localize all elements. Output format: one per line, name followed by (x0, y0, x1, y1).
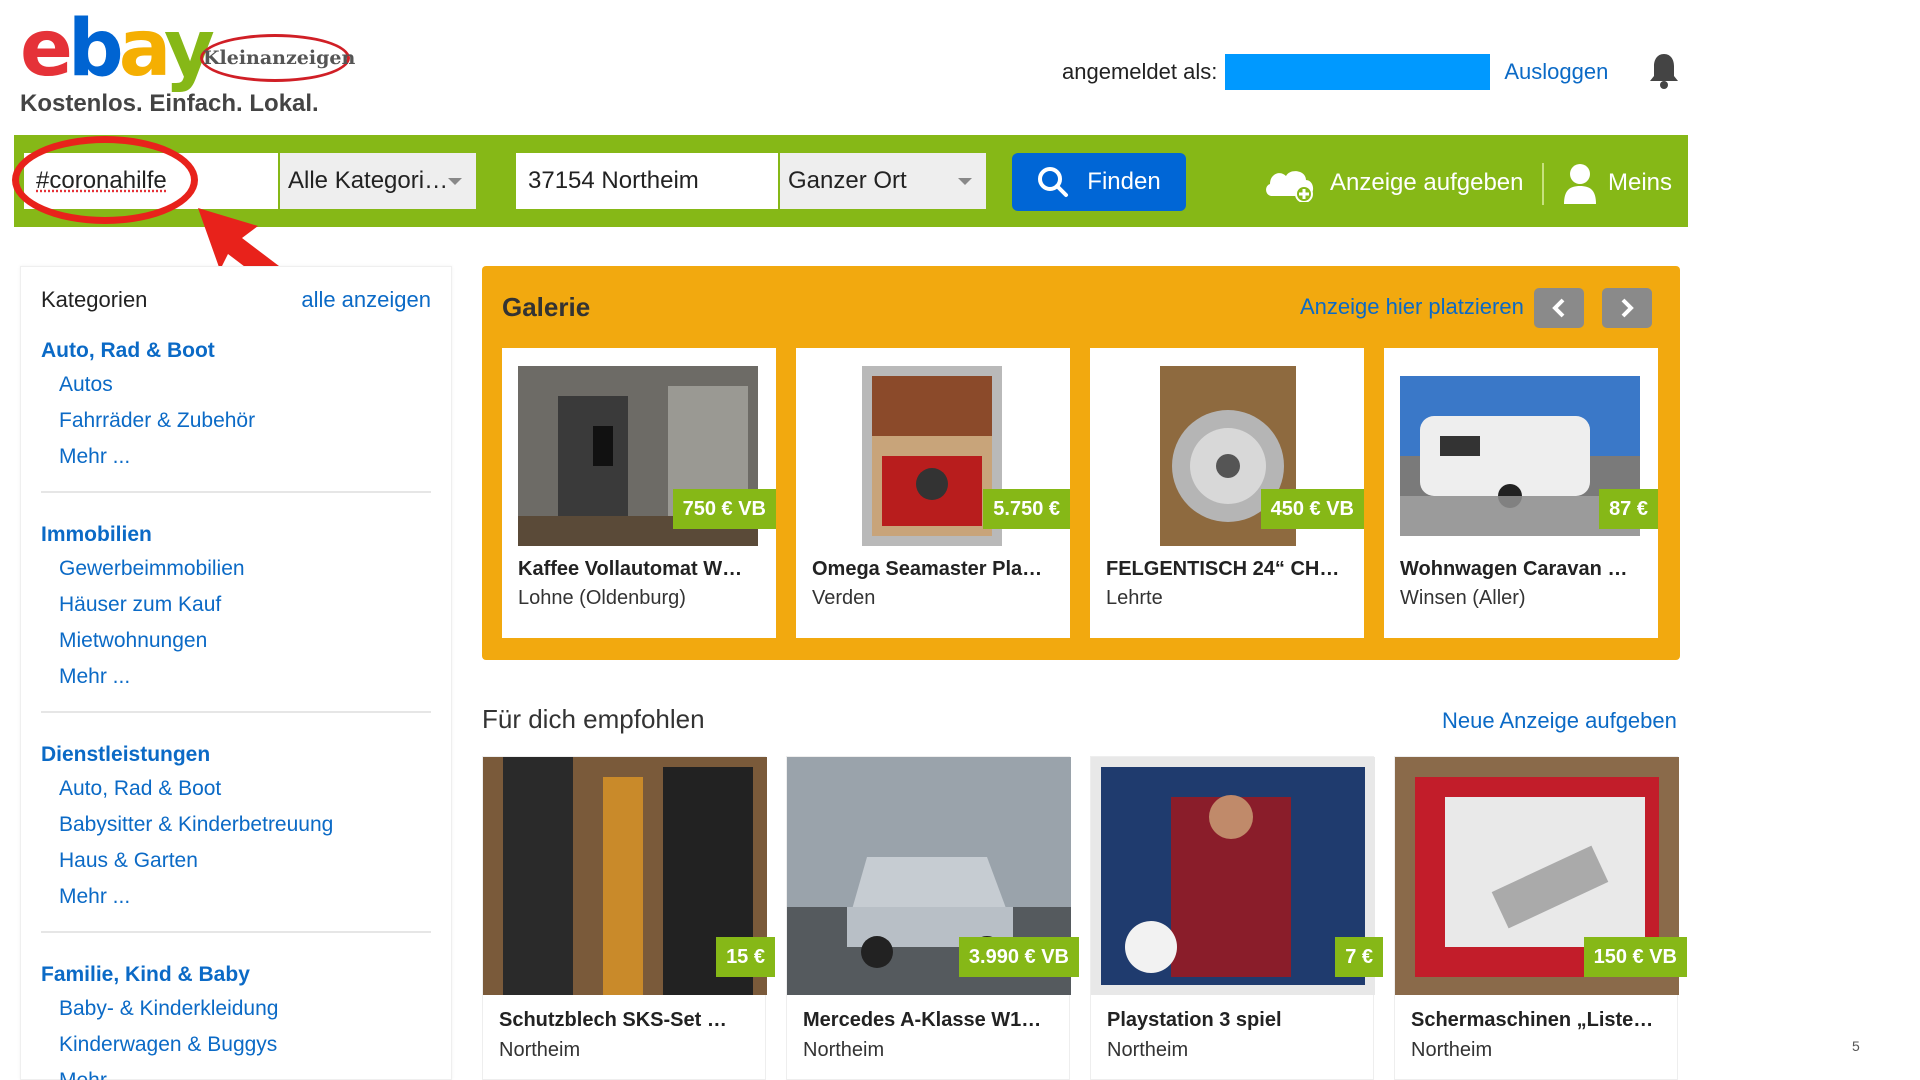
header-divider (1542, 163, 1544, 205)
listing-title: Wohnwagen Caravan … (1400, 558, 1628, 580)
listing-location: Northeim (499, 1039, 581, 1061)
price-badge: 5.750 € (983, 489, 1070, 529)
gallery-section: Galerie Anzeige hier platzieren 750 € VB… (482, 266, 1680, 660)
meins-label: Meins (1608, 169, 1673, 196)
login-status: angemeldet als: Ausloggen (1062, 54, 1608, 90)
subcategory-link[interactable]: Autos (41, 367, 431, 403)
subcategory-link[interactable]: Gewerbeimmobilien (41, 551, 431, 587)
listing-title: Schermaschinen „Liste… (1411, 1009, 1654, 1031)
price-badge: 750 € VB (672, 489, 776, 529)
price-badge: 15 € (716, 937, 775, 977)
kleinanzeigen-badge: Kleinanzeigen (200, 34, 355, 82)
gallery-prev-button[interactable] (1534, 288, 1584, 328)
listing-title: Omega Seamaster Pla… (812, 558, 1043, 580)
recommended-card[interactable]: 15 € Schutzblech SKS-Set … Northeim (482, 756, 775, 1080)
category-group: Immobilien Gewerbeimmobilien Häuser zum … (41, 511, 431, 713)
logged-in-label: angemeldet als: (1062, 59, 1218, 84)
logo-wordmark: ebay (20, 4, 215, 94)
location-input[interactable]: 37154 Northeim (516, 153, 778, 209)
listing-title: Mercedes A-Klasse W1… (803, 1009, 1042, 1031)
chevron-down-icon (448, 178, 462, 185)
find-button[interactable]: Finden (1012, 153, 1186, 211)
radius-value: Ganzer Ort (788, 167, 907, 194)
gallery-card[interactable]: 5.750 € Omega Seamaster Pla… Verden (796, 348, 1070, 638)
listing-title: Schutzblech SKS-Set … (499, 1009, 727, 1031)
more-link[interactable]: Mehr ... (41, 439, 431, 475)
chevron-down-icon (958, 178, 972, 185)
listing-location: Verden (812, 587, 876, 609)
recommended-card[interactable]: 7 € Playstation 3 spiel Northeim (1090, 756, 1383, 1080)
gallery-card[interactable]: 450 € VB FELGENTISCH 24“ CH… Lehrte (1090, 348, 1364, 638)
ebay-kleinanzeigen-page: ebay Kleinanzeigen Kostenlos. Einfach. L… (0, 0, 1920, 1080)
annotation-circle (12, 136, 198, 224)
recommended-card[interactable]: 3.990 € VB Mercedes A-Klasse W1… Northei… (786, 756, 1079, 1080)
gallery-card[interactable]: 87 € Wohnwagen Caravan … Winsen (Aller) (1384, 348, 1658, 638)
more-link[interactable]: Mehr ... (41, 879, 431, 915)
listing-location: Northeim (1107, 1039, 1189, 1061)
category-value: Alle Kategori… (288, 167, 449, 194)
listing-image (862, 366, 1002, 546)
price-badge: 150 € VB (1583, 937, 1687, 977)
subcategory-link[interactable]: Fahrräder & Zubehör (41, 403, 431, 439)
category-sidebar: Kategorien alle anzeigen Auto, Rad & Boo… (20, 266, 452, 1080)
subcategory-link[interactable]: Haus & Garten (41, 843, 431, 879)
category-link[interactable]: Dienstleistungen (41, 739, 431, 771)
meins-button[interactable]: Meins (1562, 161, 1672, 205)
price-badge: 7 € (1335, 937, 1383, 977)
subcategory-link[interactable]: Babysitter & Kinderbetreuung (41, 807, 431, 843)
price-badge: 3.990 € VB (958, 937, 1079, 977)
category-group: Familie, Kind & Baby Baby- & Kinderkleid… (41, 951, 431, 1080)
gallery-next-button[interactable] (1602, 288, 1652, 328)
post-ad-button[interactable]: Anzeige aufgeben (1262, 163, 1524, 203)
listing-title: Kaffee Vollautomat W… (518, 558, 743, 580)
logout-link[interactable]: Ausloggen (1504, 59, 1608, 85)
subcategory-link[interactable]: Auto, Rad & Boot (41, 771, 431, 807)
listing-title: Playstation 3 spiel (1107, 1009, 1282, 1031)
listing-location: Northeim (803, 1039, 885, 1061)
bell-icon[interactable] (1648, 52, 1680, 90)
price-badge: 450 € VB (1260, 489, 1364, 529)
listing-title: FELGENTISCH 24“ CH… (1106, 558, 1340, 580)
listing-image (1091, 757, 1375, 995)
chevron-left-icon (1552, 298, 1565, 318)
cloud-plus-icon (1266, 171, 1314, 202)
price-badge: 87 € (1599, 489, 1658, 529)
sidebar-header: Kategorien alle anzeigen (41, 287, 431, 327)
gallery-title: Galerie (502, 292, 591, 322)
place-ad-link[interactable]: Anzeige hier platzieren (1300, 294, 1524, 320)
search-icon (1038, 167, 1069, 197)
sidebar-title: Kategorien (41, 287, 148, 312)
listing-location: Lohne (Oldenburg) (518, 587, 686, 609)
location-value: 37154 Northeim (528, 167, 699, 194)
radius-select[interactable]: Ganzer Ort (780, 153, 986, 209)
subcategory-link[interactable]: Mietwohnungen (41, 623, 431, 659)
listing-location: Winsen (Aller) (1400, 587, 1526, 609)
ebay-logo[interactable]: ebay (20, 10, 215, 88)
page-number: 5 (1852, 1038, 1860, 1054)
category-group: Auto, Rad & Boot Autos Fahrräder & Zubeh… (41, 327, 431, 493)
gallery-card[interactable]: 750 € VB Kaffee Vollautomat W… Lohne (Ol… (502, 348, 776, 638)
subcategory-link[interactable]: Kinderwagen & Buggys (41, 1027, 431, 1063)
new-ad-link[interactable]: Neue Anzeige aufgeben (1442, 708, 1677, 734)
recommended-title: Für dich empfohlen (482, 704, 705, 734)
category-link[interactable]: Immobilien (41, 519, 431, 551)
subcategory-link[interactable]: Baby- & Kinderkleidung (41, 991, 431, 1027)
user-icon (1564, 164, 1596, 204)
listing-location: Lehrte (1106, 587, 1163, 609)
tagline: Kostenlos. Einfach. Lokal. (20, 90, 319, 117)
subcategory-link[interactable]: Häuser zum Kauf (41, 587, 431, 623)
category-group: Dienstleistungen Auto, Rad & Boot Babysi… (41, 731, 431, 933)
category-link[interactable]: Auto, Rad & Boot (41, 335, 431, 367)
category-select[interactable]: Alle Kategori… (280, 153, 476, 209)
redacted-username (1225, 54, 1491, 90)
recommended-card[interactable]: 150 € VB Schermaschinen „Liste… Northeim (1394, 756, 1687, 1080)
show-all-link[interactable]: alle anzeigen (301, 287, 431, 313)
post-ad-label: Anzeige aufgeben (1330, 169, 1524, 196)
find-button-label: Finden (1087, 168, 1161, 195)
more-link[interactable]: Mehr ... (41, 1063, 431, 1080)
listing-location: Northeim (1411, 1039, 1493, 1061)
category-link[interactable]: Familie, Kind & Baby (41, 959, 431, 991)
more-link[interactable]: Mehr ... (41, 659, 431, 695)
chevron-right-icon (1621, 298, 1634, 318)
